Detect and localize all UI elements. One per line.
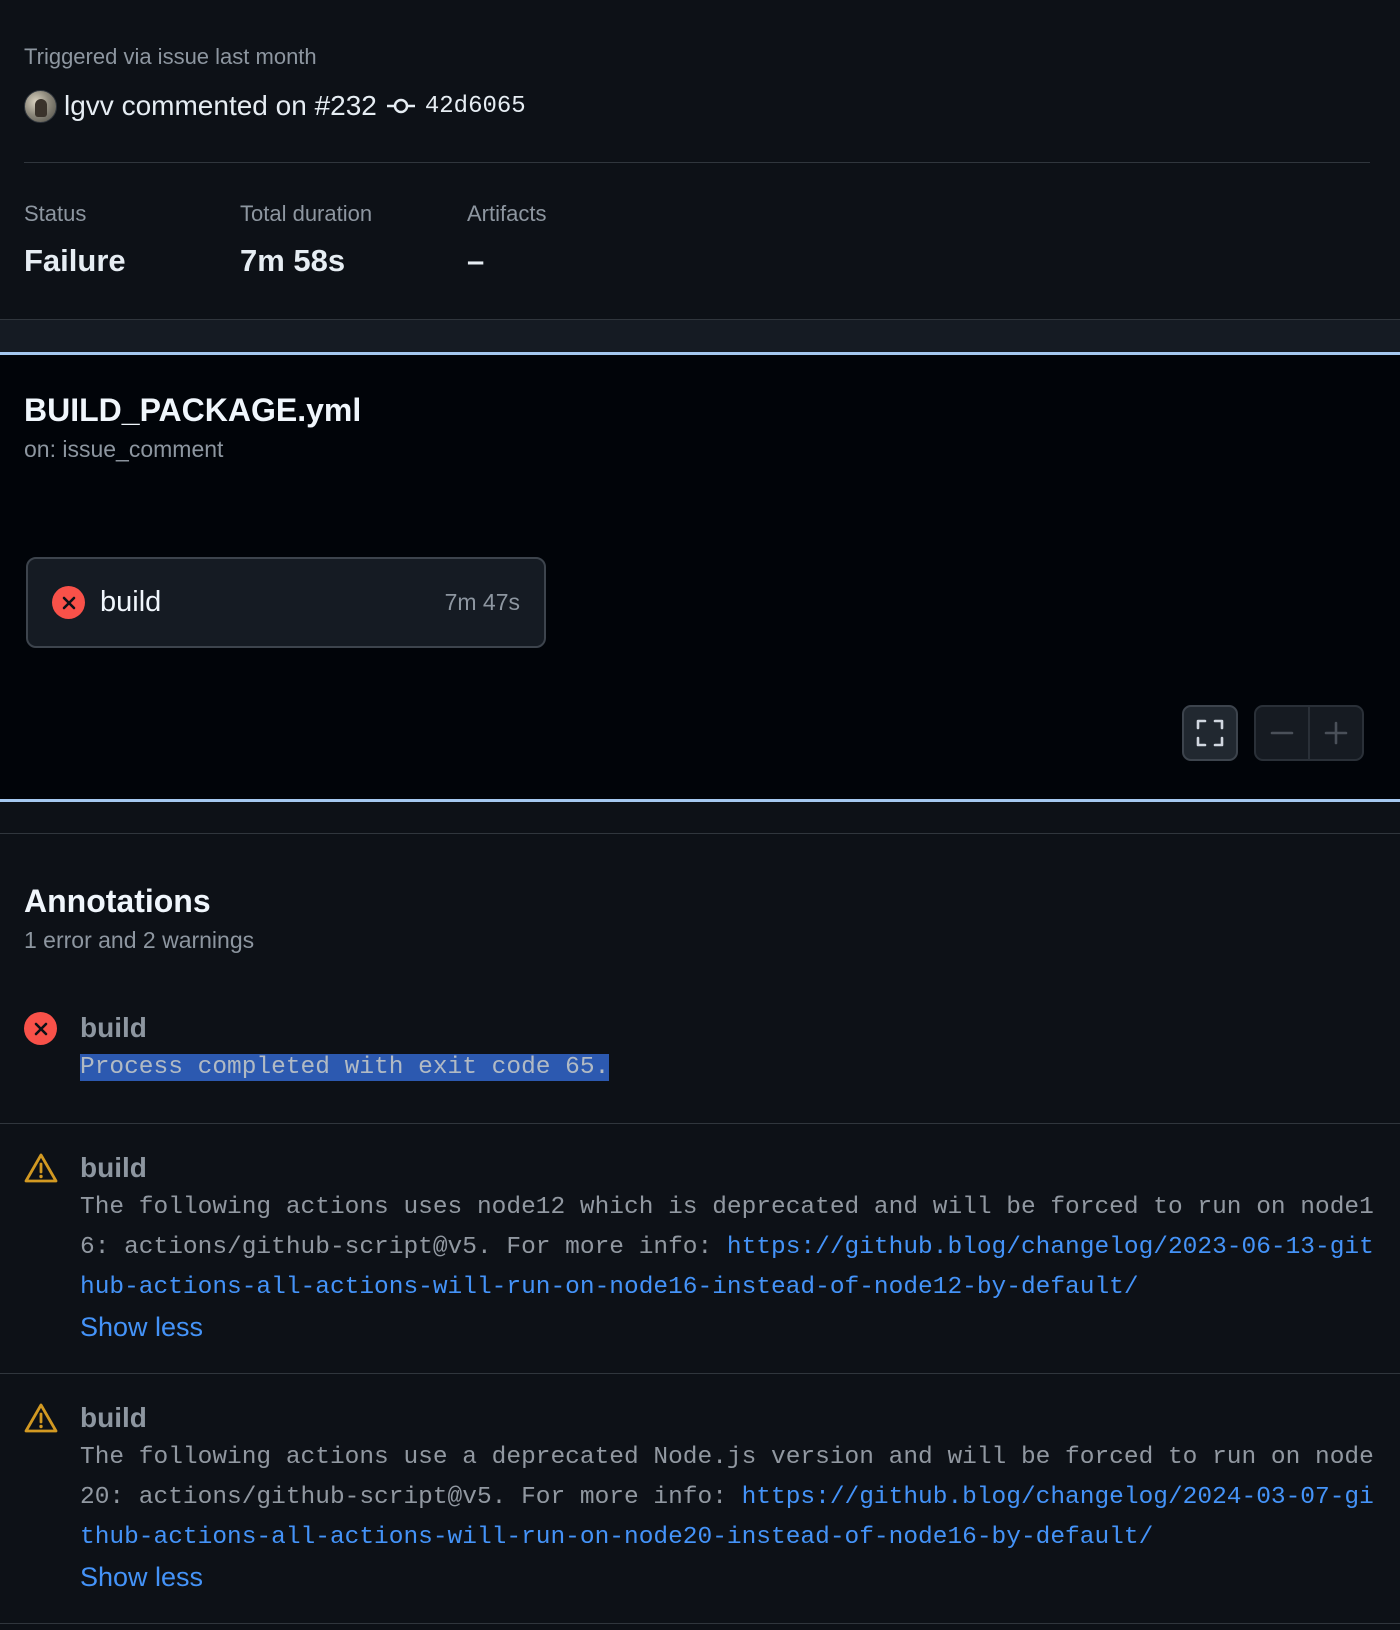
- annotation-warning: build The following actions use a deprec…: [0, 1374, 1400, 1624]
- annotations-header: Annotations 1 error and 2 warnings: [0, 834, 1400, 1010]
- annotation-icon: [24, 1400, 80, 1623]
- job-card-build[interactable]: build 7m 47s: [26, 557, 546, 648]
- graph-controls: [1182, 705, 1364, 761]
- annotation-message: The following actions use a deprecated N…: [80, 1438, 1376, 1558]
- stat-value: Failure: [24, 243, 126, 278]
- annotation-icon: [24, 1010, 80, 1123]
- show-less-link[interactable]: Show less: [80, 1558, 203, 1596]
- stat-label: Total duration: [240, 201, 373, 226]
- annotations-summary: 1 error and 2 warnings: [24, 927, 255, 953]
- annotation-body: build The following actions uses node12 …: [80, 1150, 1376, 1373]
- zoom-out-icon: [1270, 731, 1294, 735]
- annotation-body: build The following actions use a deprec…: [80, 1400, 1376, 1623]
- annotation-job: build: [80, 1012, 147, 1043]
- warning-icon: [24, 1153, 58, 1183]
- annotation-message[interactable]: Process completed with exit code 65.: [80, 1048, 1376, 1088]
- annotation-job: build: [80, 1152, 147, 1183]
- annotation-icon: [24, 1150, 80, 1373]
- x-circle-icon: [52, 586, 85, 619]
- stat-duration: Total duration 7m 58s: [240, 199, 467, 279]
- commit-icon: [386, 96, 415, 116]
- zoom-controls: [1254, 705, 1364, 761]
- show-less-link[interactable]: Show less: [80, 1308, 203, 1346]
- annotation-warning: build The following actions uses node12 …: [0, 1124, 1400, 1374]
- x-circle-icon: [24, 1012, 57, 1045]
- workflow-trigger: on: issue_comment: [24, 436, 224, 462]
- trigger-row: lgvv commented on #232 42d6065: [24, 86, 1376, 126]
- section-gap: [0, 320, 1400, 352]
- stat-status: Status Failure: [24, 199, 240, 279]
- job-name: build: [100, 586, 162, 618]
- annotation-message: The following actions uses node12 which …: [80, 1188, 1376, 1308]
- fullscreen-icon: [1196, 719, 1224, 747]
- run-summary: Triggered via issue last month lgvv comm…: [0, 0, 1400, 320]
- section-gap: [0, 802, 1400, 834]
- stat-value: 7m 58s: [240, 243, 346, 278]
- stat-label: Status: [24, 201, 87, 226]
- job-duration: 7m 47s: [444, 589, 520, 615]
- zoom-in-button[interactable]: [1308, 707, 1362, 759]
- commit-sha-link[interactable]: 42d6065: [425, 93, 526, 120]
- stat-label: Artifacts: [467, 201, 547, 226]
- avatar[interactable]: [24, 89, 57, 123]
- stat-artifacts: Artifacts –: [467, 199, 546, 279]
- stat-value: –: [467, 243, 485, 278]
- workflow-graph[interactable]: BUILD_PACKAGE.yml on: issue_comment buil…: [0, 352, 1400, 802]
- divider: [24, 162, 1370, 163]
- annotation-body: build Process completed with exit code 6…: [80, 1010, 1376, 1123]
- annotations-section: Annotations 1 error and 2 warnings build…: [0, 834, 1400, 1624]
- zoom-out-button[interactable]: [1256, 707, 1308, 759]
- trigger-actor-link[interactable]: lgvv commented on #232: [64, 90, 377, 122]
- trigger-info: Triggered via issue last month: [24, 44, 317, 69]
- annotation-job: build: [80, 1402, 147, 1433]
- workflow-title: BUILD_PACKAGE.yml: [24, 392, 362, 428]
- annotation-error: build Process completed with exit code 6…: [0, 1010, 1400, 1124]
- selected-text: Process completed with exit code 65.: [80, 1054, 610, 1081]
- warning-icon: [24, 1403, 58, 1433]
- run-stats: Status Failure Total duration 7m 58s Art…: [24, 199, 1376, 279]
- annotations-title: Annotations: [24, 883, 211, 919]
- fullscreen-button[interactable]: [1182, 705, 1238, 761]
- zoom-in-icon: [1324, 721, 1348, 745]
